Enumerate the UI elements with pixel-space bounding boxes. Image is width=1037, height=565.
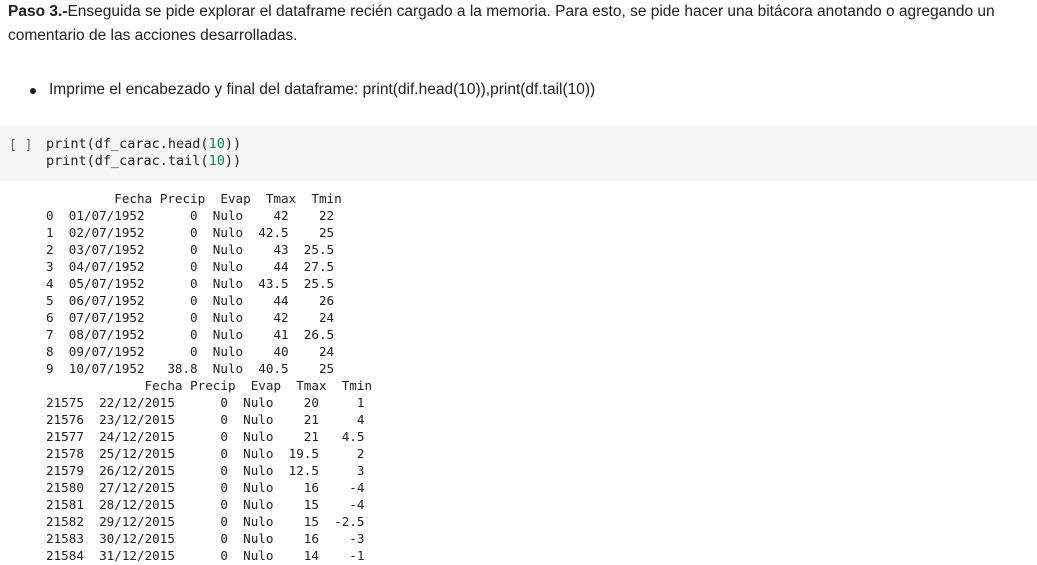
code-cell[interactable]: [ ] print(df_carac.head(10)) print(df_ca… — [0, 125, 1037, 181]
head-header-row: Fecha Precip Evap Tmax Tmin — [46, 191, 342, 206]
head-table-row: 4 05/07/1952 0 Nulo 43.5 25.5 — [46, 276, 335, 291]
tail-table-row: 21577 24/12/2015 0 Nulo 21 4.5 — [46, 429, 365, 444]
tail-header-row: Fecha Precip Evap Tmax Tmin — [46, 378, 373, 393]
code-line-2-number: 10 — [208, 153, 225, 169]
tail-table-row: 21575 22/12/2015 0 Nulo 20 1 — [46, 395, 365, 410]
code-line-1-text: print(df_carac.head( — [46, 136, 209, 152]
head-table-row: 3 04/07/1952 0 Nulo 44 27.5 — [46, 259, 335, 274]
step-text: Enseguida se pide explorar el dataframe … — [8, 3, 995, 44]
head-table-row: 8 09/07/1952 0 Nulo 40 24 — [46, 344, 335, 359]
tail-table-row: 21583 30/12/2015 0 Nulo 16 -3 — [46, 531, 365, 546]
step-label: Paso 3.- — [8, 3, 68, 20]
head-table-row: 2 03/07/1952 0 Nulo 43 25.5 — [46, 242, 335, 257]
head-table-row: 1 02/07/1952 0 Nulo 42.5 25 — [46, 225, 335, 240]
code-line-1-close: )) — [224, 136, 242, 152]
cell-output: Fecha Precip Evap Tmax Tmin 0 01/07/1952… — [46, 190, 372, 564]
tail-table-row: 21584 31/12/2015 0 Nulo 14 -1 — [46, 548, 365, 563]
code-line-2-close: )) — [224, 153, 242, 169]
bullet-dot-icon — [30, 88, 36, 94]
head-table-row: 7 08/07/1952 0 Nulo 41 26.5 — [46, 327, 335, 342]
head-table-row: 6 07/07/1952 0 Nulo 42 24 — [46, 310, 335, 325]
tail-table-row: 21582 29/12/2015 0 Nulo 15 -2.5 — [46, 514, 365, 529]
code-line-1-number: 10 — [208, 136, 225, 152]
tail-table-row: 21578 25/12/2015 0 Nulo 19.5 2 — [46, 446, 365, 461]
tail-table-row: 21576 23/12/2015 0 Nulo 21 4 — [46, 412, 365, 427]
code-line-1: print(df_carac.head(10)) — [46, 136, 241, 152]
markdown-cell: Paso 3.-Enseguida se pide explorar el da… — [8, 0, 1028, 48]
code-editor[interactable]: print(df_carac.head(10)) print(df_carac.… — [46, 136, 241, 170]
head-table-row: 5 06/07/1952 0 Nulo 44 26 — [46, 293, 335, 308]
code-line-2-text: print(df_carac.tail( — [46, 153, 209, 169]
code-line-2: print(df_carac.tail(10)) — [46, 153, 241, 169]
head-table-row: 9 10/07/1952 38.8 Nulo 40.5 25 — [46, 361, 335, 376]
tail-table-row: 21581 28/12/2015 0 Nulo 15 -4 — [46, 497, 365, 512]
step-paragraph: Paso 3.-Enseguida se pide explorar el da… — [8, 0, 1028, 48]
tail-table-row: 21579 26/12/2015 0 Nulo 12.5 3 — [46, 463, 365, 478]
run-cell-button[interactable]: [ ] — [9, 138, 32, 153]
bullet-text: Imprime el encabezado y final del datafr… — [49, 81, 596, 98]
tail-table-row: 21580 27/12/2015 0 Nulo 16 -4 — [46, 480, 365, 495]
head-table-row: 0 01/07/1952 0 Nulo 42 22 — [46, 208, 335, 223]
